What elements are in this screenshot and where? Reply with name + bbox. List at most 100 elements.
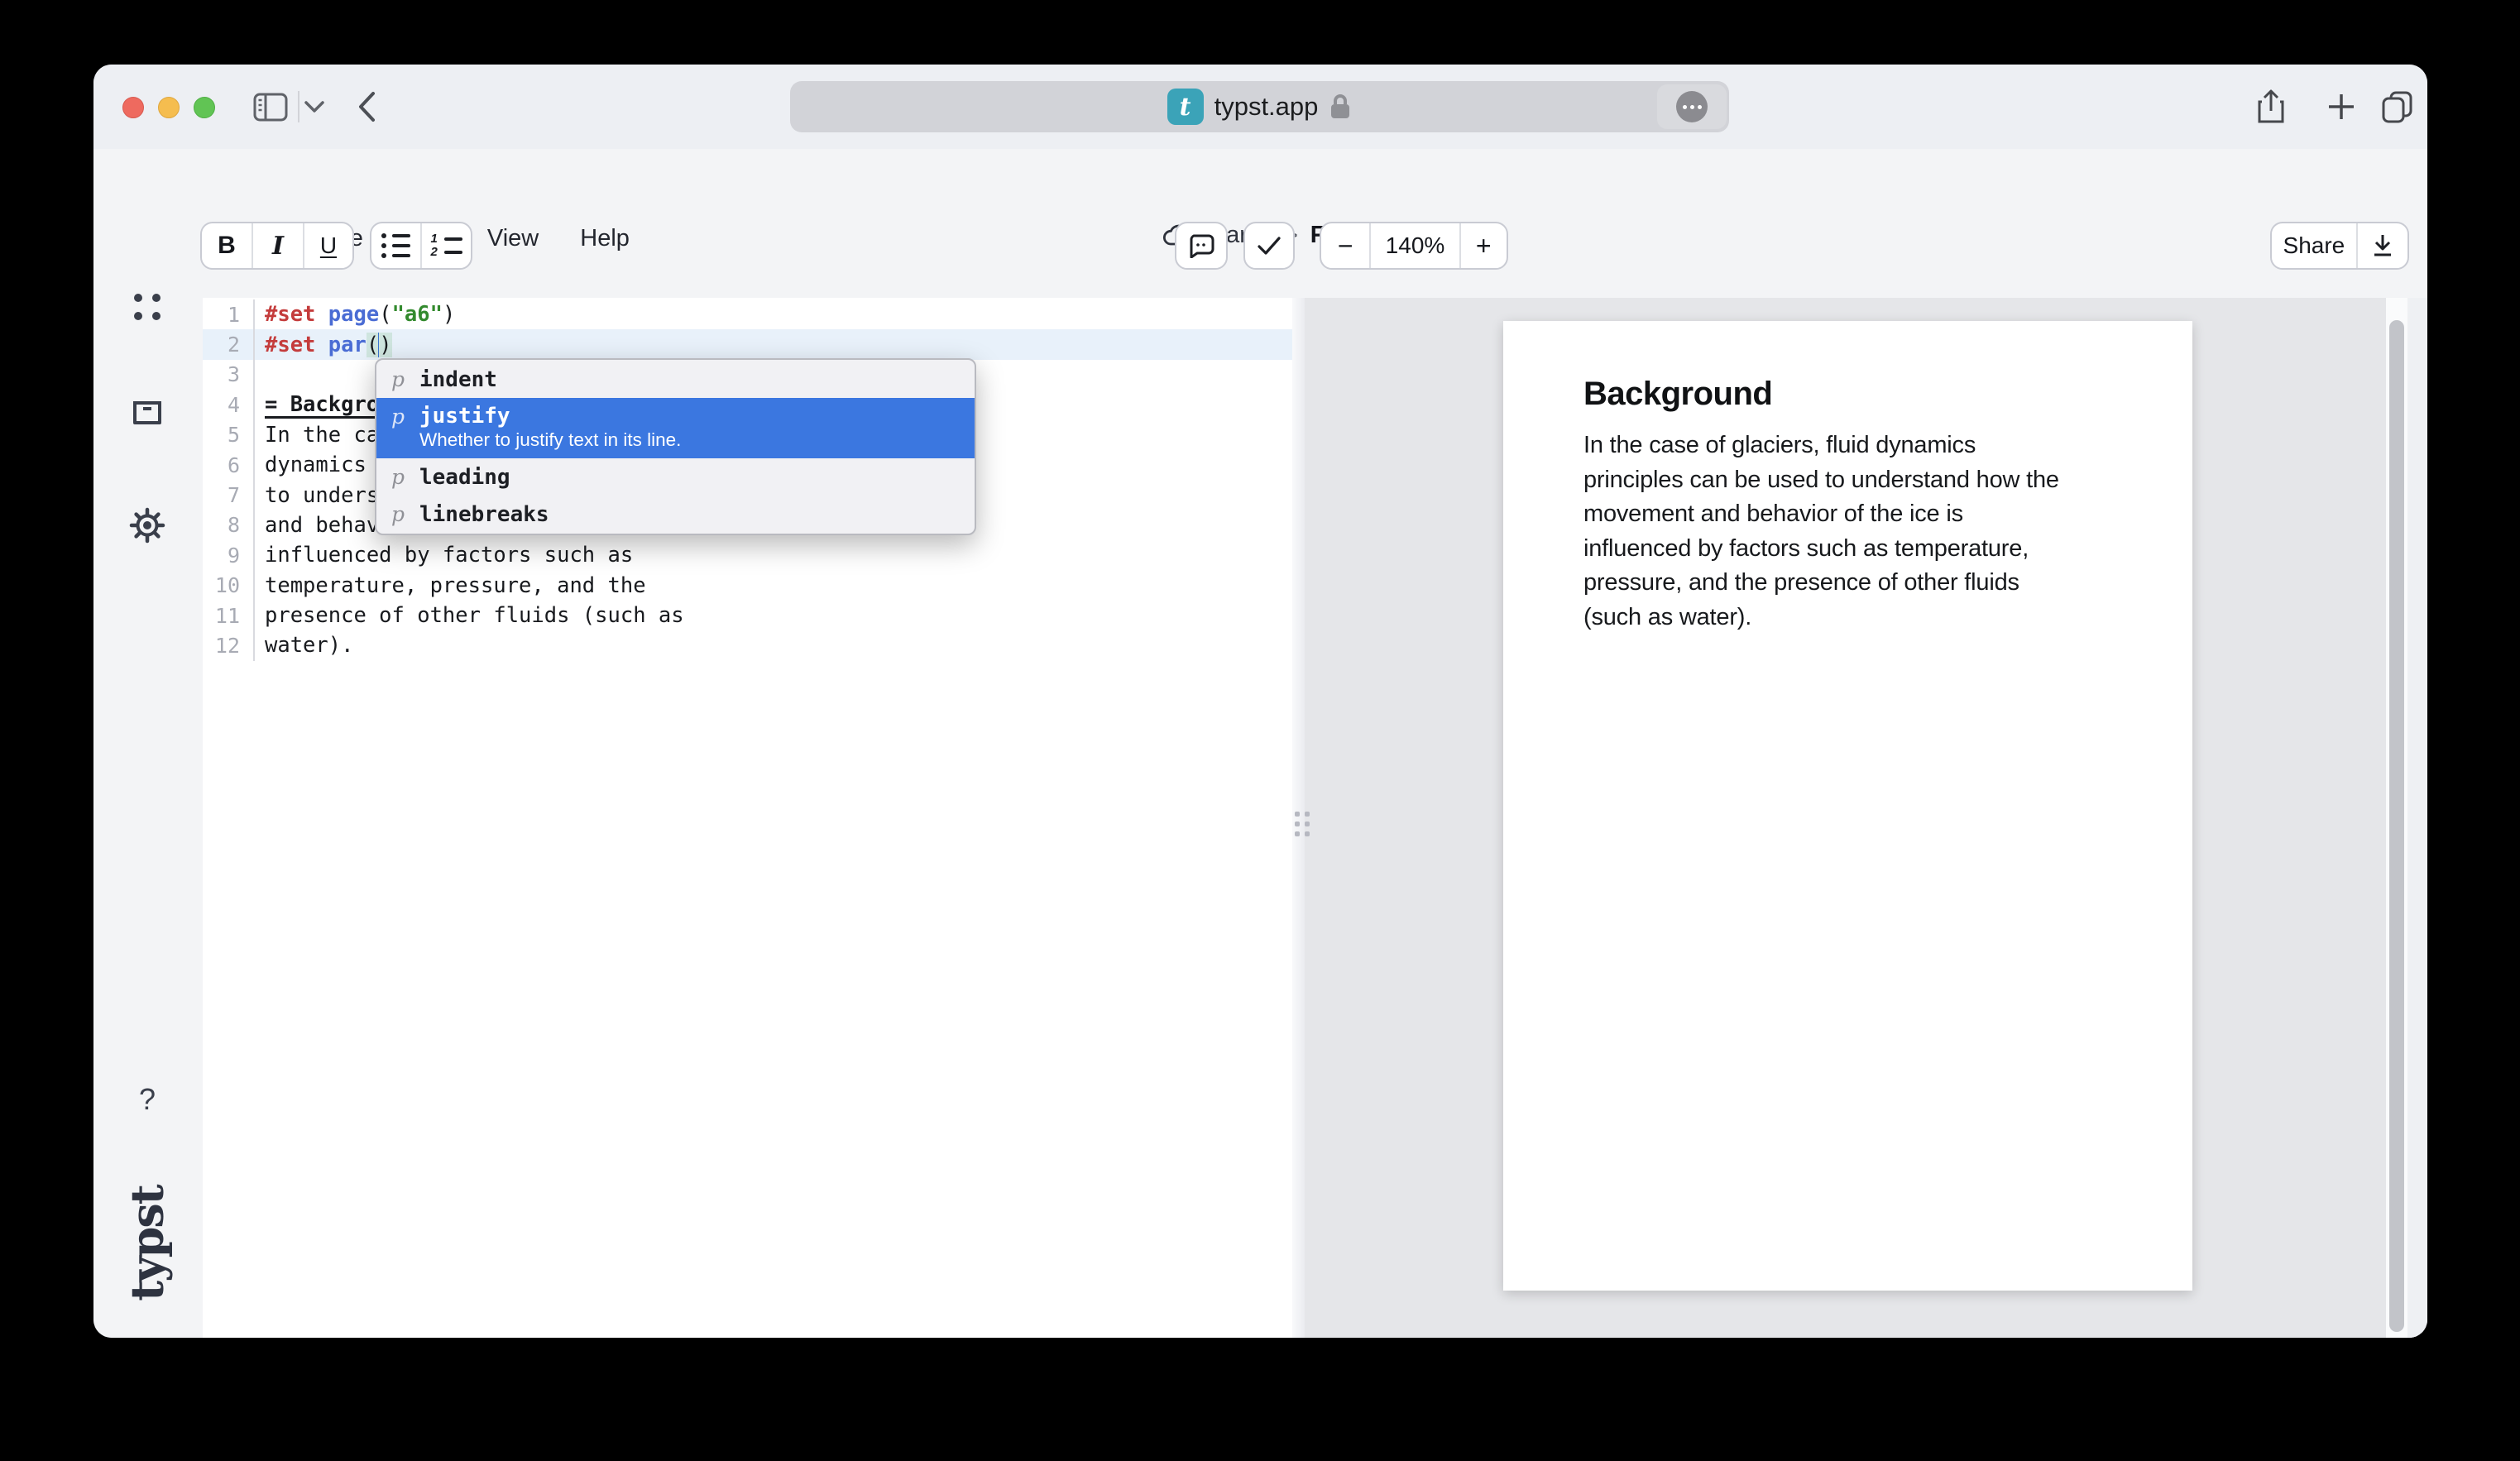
line-number: 6 (203, 453, 253, 477)
minimize-window-button[interactable] (158, 97, 180, 118)
comment-icon (1188, 233, 1214, 258)
scrollbar-thumb[interactable] (2389, 320, 2404, 1332)
line-number: 8 (203, 513, 253, 537)
document-heading: Background (1583, 376, 1772, 413)
approve-button[interactable] (1243, 222, 1295, 270)
document-paragraph: In the case of glaciers, fluid dynamicsp… (1583, 429, 2130, 635)
line-number: 10 (203, 573, 253, 597)
paragraph-line: principles can be used to understand how… (1583, 463, 2130, 498)
code-line[interactable]: 11presence of other fluids (such as (203, 601, 1292, 630)
download-icon (2372, 233, 2393, 258)
menu-view[interactable]: View (487, 225, 539, 252)
parameter-kind-icon: p (391, 367, 405, 391)
code-line[interactable]: 10temperature, pressure, and the (203, 571, 1292, 601)
code-line[interactable]: 1#set page("a6") (203, 299, 1292, 329)
paragraph-line: movement and behavior of the ice is (1583, 497, 2130, 532)
bullet-list-button[interactable] (371, 223, 422, 268)
paragraph-line: In the case of glaciers, fluid dynamics (1583, 429, 2130, 463)
typst-app: Typst File Edit View Help Martin > Fluid… (93, 149, 2427, 1338)
code-text[interactable]: #set page("a6") (253, 299, 1292, 329)
browser-window: t typst.app (93, 65, 2427, 1338)
menu-help[interactable]: Help (580, 225, 630, 252)
autocomplete-label: indent (419, 367, 975, 392)
bold-button[interactable]: B (202, 223, 253, 268)
italic-glyph: I (272, 232, 284, 261)
browser-toolbar: t typst.app (93, 65, 2427, 149)
site-favicon: t (1167, 89, 1204, 125)
toolbar-divider (298, 91, 299, 122)
bold-glyph: B (218, 232, 236, 260)
autocomplete-label: leading (419, 465, 975, 490)
comment-button[interactable] (1175, 222, 1228, 270)
zoom-out-button[interactable]: − (1321, 223, 1371, 268)
autocomplete-item-justify[interactable]: p justifyWhether to justify text in its l… (376, 398, 975, 458)
address-bar[interactable]: t typst.app (790, 81, 1729, 132)
share-group: Share (2270, 222, 2409, 270)
splitter-drag-handle[interactable] (1295, 812, 1310, 836)
zoom-level[interactable]: 140% (1371, 223, 1460, 268)
back-icon[interactable] (352, 65, 381, 149)
paragraph-line: (such as water). (1583, 601, 2130, 635)
autocomplete-item-leading[interactable]: p leading (376, 458, 975, 496)
underline-button[interactable]: U (304, 223, 352, 268)
parameter-kind-icon: p (391, 465, 405, 489)
numbered-list-button[interactable]: 1 2 (422, 223, 471, 268)
underline-glyph: U (320, 232, 337, 259)
zoom-in-button[interactable]: + (1461, 223, 1507, 268)
code-text[interactable]: #set par() (253, 329, 1292, 359)
ellipsis-icon[interactable] (1676, 91, 1708, 122)
zoom-window-button[interactable] (194, 97, 215, 118)
autocomplete-label: justify (419, 404, 975, 429)
close-window-button[interactable] (122, 97, 144, 118)
text-style-group: B I U (200, 222, 354, 270)
line-number: 2 (203, 333, 253, 357)
bullet-list-icon (381, 233, 410, 258)
share-button[interactable]: Share (2272, 223, 2358, 268)
help-button[interactable]: ? (123, 1082, 171, 1117)
autocomplete-label: linebreaks (419, 502, 975, 527)
chevron-down-icon[interactable] (302, 65, 327, 149)
line-number: 4 (203, 393, 253, 417)
list-group: 1 2 (370, 222, 472, 270)
sidebar-toggle-icon[interactable] (252, 65, 289, 149)
window-right-margin (2407, 298, 2427, 1338)
line-number: 12 (203, 634, 253, 658)
lock-icon (1329, 93, 1352, 121)
checkmark-icon (1257, 236, 1282, 256)
line-number: 3 (203, 362, 253, 386)
parameter-kind-icon: p (391, 502, 405, 526)
preview-scrollbar[interactable] (2386, 298, 2407, 1338)
preview-page: Background In the case of glaciers, flui… (1503, 321, 2192, 1291)
paragraph-line: pressure, and the presence of other flui… (1583, 566, 2130, 601)
code-line[interactable]: 2#set par() (203, 329, 1292, 359)
files-tray-icon[interactable] (123, 389, 171, 437)
line-number: 7 (203, 483, 253, 507)
line-number: 5 (203, 423, 253, 447)
numbered-list-icon: 1 2 (431, 235, 462, 256)
code-text[interactable]: presence of other fluids (such as (253, 601, 1292, 630)
parameter-kind-icon: p (391, 405, 405, 429)
settings-gear-icon[interactable] (123, 501, 171, 549)
dashboard-icon[interactable] (123, 283, 171, 331)
typst-logo: typst (93, 1181, 209, 1305)
autocomplete-item-indent[interactable]: pindent (376, 361, 975, 398)
code-line[interactable]: 12water). (203, 630, 1292, 660)
zoom-control-group: − 140% + (1320, 222, 1508, 270)
italic-button[interactable]: I (253, 223, 304, 268)
download-button[interactable] (2358, 223, 2407, 268)
autocomplete-description: Whether to justify text in its line. (419, 429, 975, 451)
code-text[interactable]: influenced by factors such as (253, 540, 1292, 570)
code-text[interactable]: water). (253, 630, 1292, 660)
code-line[interactable]: 9influenced by factors such as (203, 540, 1292, 570)
code-text[interactable]: temperature, pressure, and the (253, 571, 1292, 601)
page-settings-tile[interactable] (1657, 84, 1727, 129)
share-page-icon[interactable] (2253, 65, 2289, 149)
paragraph-line: influenced by factors such as temperatur… (1583, 532, 2130, 567)
new-tab-icon[interactable] (2323, 65, 2360, 149)
url-text: typst.app (1214, 92, 1319, 122)
preview-pane: Background In the case of glaciers, flui… (1305, 298, 2427, 1338)
tab-overview-icon[interactable] (2379, 65, 2417, 149)
line-number: 11 (203, 604, 253, 628)
line-number: 1 (203, 303, 253, 327)
autocomplete-item-linebreaks[interactable]: p linebreaks (376, 496, 975, 533)
